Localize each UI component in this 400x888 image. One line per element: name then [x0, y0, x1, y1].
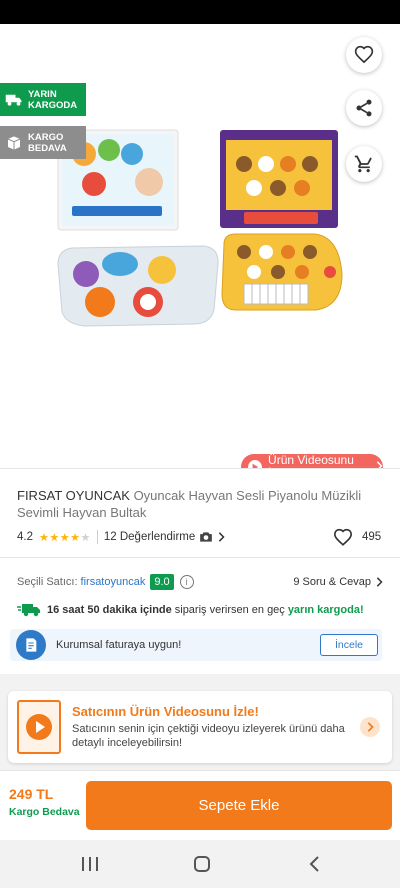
- heart-icon: [354, 45, 374, 64]
- share-icon: [356, 99, 372, 117]
- seller-label: Seçili Satıcı:: [17, 576, 78, 588]
- cart-button[interactable]: [346, 146, 382, 182]
- info-icon[interactable]: i: [179, 575, 194, 589]
- video-icon: [17, 700, 61, 754]
- chevron-right-icon: [376, 577, 383, 587]
- seller-video-card[interactable]: Satıcının Ürün Videosunu İzle! Satıcının…: [8, 691, 392, 763]
- tomorrow-shipping-label: YARIN KARGODA: [28, 88, 78, 111]
- chevron-right-icon: [219, 532, 225, 542]
- truck-icon: [17, 604, 40, 617]
- free-shipping-label: KARGO BEDAVA: [28, 131, 67, 154]
- star-icon: ★: [39, 531, 50, 544]
- video-card-title: Satıcının Ürün Videosunu İzle!: [72, 704, 259, 719]
- product-image: [57, 129, 343, 327]
- home-icon: [194, 856, 210, 872]
- back-nav-button[interactable]: [302, 854, 326, 874]
- invoice-icon: [16, 630, 46, 660]
- rating-value: 4.2: [17, 531, 33, 543]
- corporate-invoice-box: Kurumsal faturaya uygun! İncele: [10, 629, 382, 661]
- favorite-count-value: 495: [362, 531, 382, 543]
- qa-label: 9 Soru & Cevap: [293, 576, 371, 588]
- favorite-button[interactable]: [346, 37, 382, 73]
- chevron-right-icon[interactable]: [360, 717, 380, 737]
- star-icon: ★: [49, 531, 60, 544]
- system-nav-bar: [0, 840, 400, 888]
- favorite-count[interactable]: 495: [333, 528, 381, 546]
- product-gallery[interactable]: YARIN KARGODA KARGO BEDAVA Ürün Videosun…: [0, 24, 400, 468]
- back-arrow-icon: [17, 45, 33, 61]
- checkout-bar: 249 TL Kargo Bedava Sepete Ekle: [0, 770, 400, 840]
- box-icon: [4, 135, 24, 151]
- delivery-info: 16 saat 50 dakika içinde sipariş verirse…: [17, 601, 383, 619]
- star-icon: ★: [59, 531, 71, 544]
- watch-video-button[interactable]: Ürün Videosunu İzle: [241, 453, 383, 468]
- product-brand[interactable]: FIRSAT OYUNCAK: [17, 488, 130, 503]
- delivery-time: 16 saat 50 dakika içinde: [47, 604, 172, 616]
- free-shipping-badge: KARGO BEDAVA: [0, 126, 86, 159]
- seller-row: Seçili Satıcı: firsatoyuncak 9.0 i 9 Sor…: [17, 572, 383, 592]
- corporate-invoice-text: Kurumsal faturaya uygun!: [56, 639, 182, 651]
- delivery-text: sipariş verirsen en geç: [174, 604, 285, 616]
- play-icon: [248, 459, 263, 468]
- back-nav-icon: [309, 856, 319, 872]
- back-button[interactable]: [10, 38, 40, 68]
- reviews-count: 12 Değerlendirme: [103, 531, 196, 543]
- price: 249 TL: [9, 786, 54, 802]
- divider: [96, 530, 98, 544]
- recent-apps-icon: [82, 857, 98, 871]
- rating-stars: ★★★★★: [39, 531, 91, 544]
- recent-apps-button[interactable]: [78, 854, 102, 874]
- truck-icon: [4, 93, 24, 107]
- tomorrow-shipping-badge: YARIN KARGODA: [0, 83, 86, 116]
- free-shipping-text: Kargo Bedava: [9, 806, 80, 818]
- add-to-cart-button[interactable]: Sepete Ekle: [86, 781, 392, 830]
- qa-link[interactable]: 9 Soru & Cevap: [293, 576, 383, 588]
- divider: [0, 468, 400, 469]
- share-button[interactable]: [346, 90, 382, 126]
- seller-score: 9.0: [150, 574, 174, 590]
- star-empty-icon: ★: [80, 531, 91, 544]
- camera-icon: [200, 532, 213, 542]
- delivery-highlight: yarın kargoda!: [287, 604, 364, 616]
- seller-name[interactable]: firsatoyuncak: [81, 576, 146, 588]
- divider: [0, 557, 400, 558]
- rating-row: 4.2 ★★★★★ 12 Değerlendirme: [17, 528, 383, 546]
- home-button[interactable]: [190, 854, 214, 874]
- video-card-subtitle: Satıcının senin için çektiği videoyu izl…: [72, 723, 345, 749]
- star-icon: ★: [70, 531, 81, 544]
- heart-icon: [333, 528, 353, 546]
- product-title: FIRSAT OYUNCAK Oyuncak Hayvan Sesli Piya…: [17, 487, 383, 521]
- chevron-right-icon: [375, 460, 383, 468]
- status-bar: [0, 0, 400, 24]
- watch-video-label: Ürün Videosunu İzle: [268, 453, 354, 468]
- cart-icon: [354, 155, 372, 173]
- inspect-button[interactable]: İncele: [320, 634, 378, 656]
- reviews-link[interactable]: 12 Değerlendirme: [104, 531, 225, 543]
